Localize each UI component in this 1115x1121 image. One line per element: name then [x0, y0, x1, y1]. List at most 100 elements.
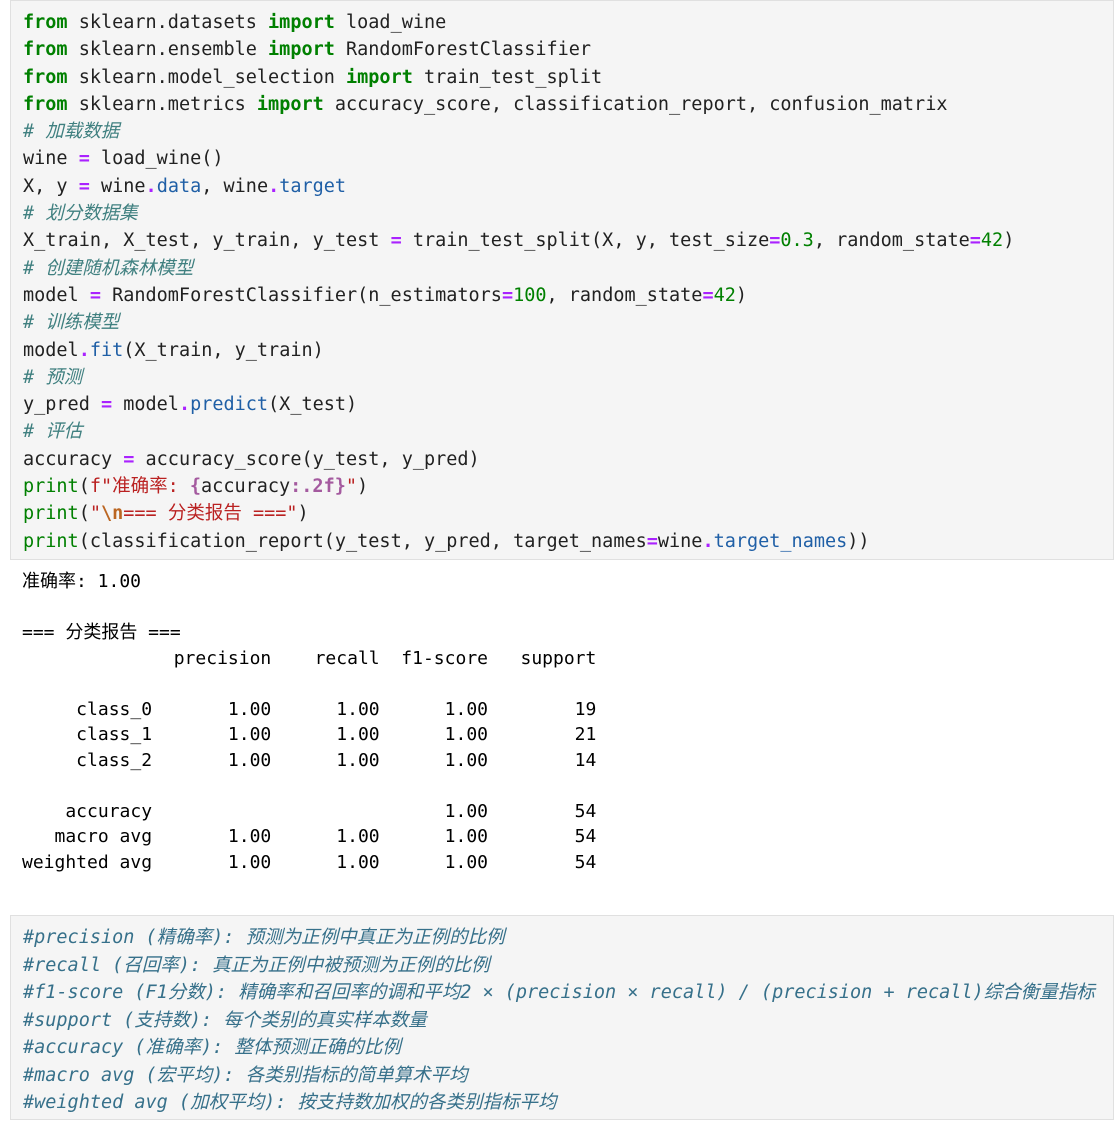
code-line[interactable]: wine = load_wine() [23, 145, 1014, 172]
code-token: model [112, 394, 179, 416]
code-line[interactable]: model.fit(X_train, y_train) [23, 337, 1014, 364]
code-token: X_train, X_test, y_train, y_test [23, 230, 391, 252]
code-token: (classification_report(y_test, y_pred, t… [78, 530, 647, 552]
code-token: RandomForestClassifier [334, 39, 592, 61]
code-token: ) [1003, 230, 1015, 252]
code-token: model [23, 339, 79, 361]
code-token: # 评估 [23, 421, 83, 443]
markdown-line: #f1-score (F1分数): 精确率和召回率的调和平均2 × (preci… [23, 982, 1095, 1003]
output-line: macro avg 1.00 1.00 1.00 54 [22, 826, 597, 847]
code-token: = [123, 448, 135, 470]
code-token: model [23, 284, 90, 306]
code-token: wine [23, 148, 79, 170]
code-token: " [89, 503, 101, 525]
code-token: from [23, 12, 68, 33]
code-token: # 创建随机森林模型 [23, 257, 194, 279]
code-token: y_pred [23, 394, 101, 416]
output-line: accuracy 1.00 54 [22, 800, 597, 822]
code-token: # 划分数据集 [23, 203, 138, 225]
code-token: = [78, 175, 90, 197]
output-line: precision recall f1-score support [22, 647, 597, 669]
code-line[interactable]: # 预测 [23, 364, 1014, 391]
code-token: 42 [713, 284, 736, 306]
code-line[interactable]: # 创建随机森林模型 [23, 255, 1014, 282]
code-token: , wine [201, 175, 269, 197]
code-token: . [145, 175, 157, 197]
code-line[interactable]: # 评估 [23, 418, 1014, 445]
code-token: = [89, 284, 101, 306]
code-token: import [346, 66, 413, 88]
code-token: train_test_split(X, y, test_size [401, 230, 770, 252]
code-line[interactable]: print(f"准确率: {accuracy:.2f}") [23, 473, 1014, 500]
code-line[interactable]: print(classification_report(y_test, y_pr… [23, 528, 1014, 555]
code-token: = [501, 284, 514, 306]
code-line[interactable]: X_train, X_test, y_train, y_test = train… [23, 227, 1014, 254]
code-token: wine [89, 175, 146, 197]
code-token: = [769, 230, 781, 252]
code-token: 42 [980, 230, 1004, 252]
code-token: import [256, 93, 324, 115]
code-token: X, y [23, 175, 79, 197]
code-token: print [23, 530, 79, 552]
output-line: weighted avg 1.00 1.00 1.00 54 [22, 851, 597, 873]
output-area: 准确率: 1.00 === 分类报告 === precision recall f… [10, 561, 1114, 891]
code-token: accuracy_score(y_test, y_pred) [134, 448, 480, 470]
code-line[interactable]: print("\n=== 分类报告 ===") [23, 500, 1014, 527]
code-line[interactable]: X, y = wine.data, wine.target [23, 173, 1014, 200]
code-token: ) [357, 476, 369, 498]
code-token: ( [78, 503, 90, 525]
code-cell[interactable]: from sklearn.datasets import load_wine fr… [10, 0, 1114, 560]
code-token: import [268, 12, 335, 33]
code-token: accuracy_score, classification_report, c… [323, 93, 948, 115]
markdown-cell[interactable]: #precision (精确率): 预测为正例中真正为正例的比例 #recall … [10, 915, 1114, 1120]
code-token: target_names [713, 530, 848, 552]
code-line[interactable]: # 训练模型 [23, 309, 1014, 336]
markdown-text: #precision (精确率): 预测为正例中真正为正例的比例 #recall … [23, 924, 1095, 1117]
code-token: . [702, 530, 714, 552]
code-token: = [78, 148, 90, 170]
code-token: import [268, 39, 335, 61]
code-token: # 训练模型 [23, 312, 120, 334]
code-editor[interactable]: from sklearn.datasets import load_wine fr… [23, 9, 1014, 555]
code-token: :.2f} [290, 476, 346, 498]
code-token: sklearn.metrics [67, 93, 257, 115]
output-line: class_0 1.00 1.00 1.00 19 [22, 698, 597, 720]
code-line[interactable]: from sklearn.model_selection import trai… [23, 64, 1014, 91]
code-token: , random_state [813, 230, 970, 252]
code-token: (X_test) [268, 394, 358, 416]
markdown-line: #recall (召回率): 真正为正例中被预测为正例的比例 [23, 954, 490, 976]
code-token: , random_state [546, 284, 703, 306]
code-token: { [189, 476, 202, 498]
code-line[interactable]: accuracy = accuracy_score(y_test, y_pred… [23, 446, 1014, 473]
output-line: 准确率: 1.00 [22, 571, 142, 592]
code-token: print [23, 476, 79, 498]
code-token: \n [100, 503, 124, 525]
code-token: sklearn.model_selection [67, 66, 347, 88]
output-line: class_2 1.00 1.00 1.00 14 [22, 749, 597, 771]
code-token: f"准确率: [89, 476, 190, 498]
code-token: from [23, 93, 68, 115]
code-line[interactable]: from sklearn.metrics import accuracy_sco… [23, 91, 1014, 118]
code-token: = [969, 230, 981, 252]
code-token: . [178, 394, 191, 416]
code-token: )) [847, 530, 870, 552]
code-token: ) [735, 284, 747, 306]
code-token: RandomForestClassifier(n_estimators [100, 284, 502, 306]
code-line[interactable]: from sklearn.datasets import load_wine [23, 9, 1014, 36]
code-token: target [279, 175, 347, 197]
code-token: accuracy [23, 448, 124, 470]
code-line[interactable]: model = RandomForestClassifier(n_estimat… [23, 282, 1014, 309]
code-line[interactable]: y_pred = model.predict(X_test) [23, 391, 1014, 418]
output-line: === 分类报告 === [22, 622, 181, 643]
code-line[interactable]: # 加载数据 [23, 118, 1014, 145]
code-token: = [646, 530, 658, 552]
code-token: sklearn.datasets [67, 12, 269, 33]
code-token: print [23, 503, 79, 525]
code-line[interactable]: # 划分数据集 [23, 200, 1014, 227]
code-token: " [345, 476, 357, 498]
markdown-line: #accuracy (准确率): 整体预测正确的比例 [23, 1037, 401, 1058]
code-line[interactable]: from sklearn.ensemble import RandomFores… [23, 36, 1014, 63]
